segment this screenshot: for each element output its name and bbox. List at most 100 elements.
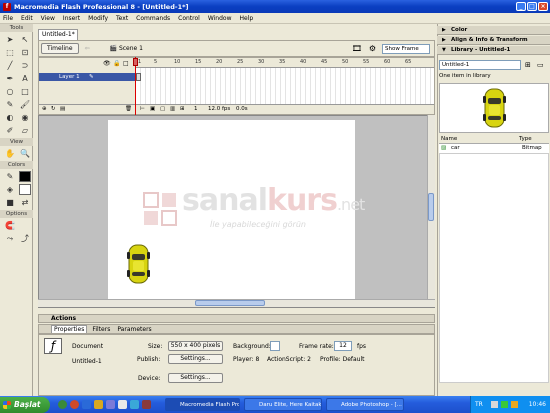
library-pin-icon[interactable]: ▭	[537, 61, 544, 69]
taskbar-item-flash[interactable]: Macromedia Flash Pro...	[165, 398, 240, 411]
library-document-select[interactable]: Untitled-1	[439, 60, 521, 70]
black-white-icon[interactable]: ■	[4, 197, 16, 208]
brush-tool-icon[interactable]: 🖌	[19, 99, 31, 110]
close-button[interactable]: ×	[538, 2, 548, 11]
library-item[interactable]: ▨ car Bitmap	[439, 144, 549, 153]
pen-tool-icon[interactable]: ✒	[4, 73, 16, 84]
ink-bottle-icon[interactable]: ◐	[4, 112, 16, 123]
tab-properties[interactable]: Properties	[51, 325, 88, 333]
color-panel-header[interactable]: Color	[437, 26, 550, 35]
frame-rate-input[interactable]: 12	[334, 341, 352, 351]
menu-text[interactable]: Text	[116, 15, 128, 22]
free-transform-icon[interactable]: ⬚	[4, 47, 16, 58]
edit-multiple-icon[interactable]: ▥	[170, 106, 175, 112]
quicklaunch-icon[interactable]	[142, 400, 151, 409]
fill-swatch[interactable]	[19, 184, 31, 195]
stroke-color-icon[interactable]: ✎	[4, 171, 16, 182]
layer-row[interactable]: Layer 1 ✎	[39, 73, 136, 81]
edit-symbol-icon[interactable]: ⚙	[369, 44, 376, 53]
minimize-button[interactable]: _	[516, 2, 526, 11]
fill-color-icon[interactable]: ◈	[4, 184, 16, 195]
menu-edit[interactable]: Edit	[21, 15, 33, 22]
quicklaunch-icon[interactable]	[94, 400, 103, 409]
actions-panel-header[interactable]: Actions	[38, 314, 435, 323]
outline-icon[interactable]: □	[123, 60, 129, 67]
publish-settings-button[interactable]: Settings...	[168, 354, 223, 364]
delete-layer-icon[interactable]: 🗑	[125, 106, 132, 112]
oval-tool-icon[interactable]: ○	[4, 86, 16, 97]
lasso-tool-icon[interactable]: ⊃	[19, 60, 31, 71]
quicklaunch-icon[interactable]	[118, 400, 127, 409]
gradient-transform-icon[interactable]: ⊡	[19, 47, 31, 58]
menu-control[interactable]: Control	[178, 15, 200, 22]
frame-grid[interactable]: 1 5 10 15 20 25 30 35 40 45 50 55 60 65 …	[136, 58, 434, 114]
straighten-icon[interactable]: ⤴	[19, 233, 31, 244]
timeline-toggle-button[interactable]: Timeline	[41, 43, 79, 54]
quicklaunch-icon[interactable]	[70, 400, 79, 409]
horizontal-scroll-thumb[interactable]	[195, 300, 265, 306]
column-name[interactable]: Name	[441, 135, 457, 144]
library-list[interactable]	[439, 153, 549, 383]
snap-magnet-icon[interactable]: 🧲	[4, 220, 16, 231]
column-type[interactable]: Type	[519, 135, 532, 144]
zoom-dropdown[interactable]: Show Frame	[382, 44, 430, 54]
menu-help[interactable]: Help	[240, 15, 254, 22]
menu-view[interactable]: View	[41, 15, 55, 22]
maximize-button[interactable]: □	[527, 2, 537, 11]
document-tab[interactable]: Untitled-1*	[38, 29, 78, 40]
tray-icon[interactable]	[491, 401, 498, 408]
onion-outline-icon[interactable]: ▢	[160, 106, 165, 112]
guide-layer-icon[interactable]: ↻	[51, 106, 56, 112]
onion-markers-icon[interactable]: ⊞	[180, 106, 185, 112]
tab-filters[interactable]: Filters	[90, 326, 112, 333]
tray-icon[interactable]	[511, 401, 518, 408]
scene-label[interactable]: 🎬 Scene 1	[110, 45, 143, 52]
swap-colors-icon[interactable]: ⇄	[19, 197, 31, 208]
insert-layer-icon[interactable]: ⊕	[42, 106, 47, 112]
folder-icon[interactable]: ▤	[60, 106, 65, 112]
rectangle-tool-icon[interactable]: □	[19, 86, 31, 97]
language-indicator[interactable]: TR	[475, 396, 483, 413]
keyframe[interactable]	[136, 73, 141, 81]
text-tool-icon[interactable]: A	[19, 73, 31, 84]
menu-commands[interactable]: Commands	[136, 15, 170, 22]
align-panel-header[interactable]: Align & Info & Transform	[437, 36, 550, 45]
size-button[interactable]: 550 x 400 pixels	[168, 341, 223, 351]
stroke-swatch[interactable]	[19, 171, 31, 182]
selection-tool-icon[interactable]: ➤	[4, 34, 16, 45]
library-new-icon[interactable]: ⊞	[525, 61, 531, 69]
zoom-tool-icon[interactable]: 🔍	[19, 148, 31, 159]
paint-bucket-icon[interactable]: ◉	[19, 112, 31, 123]
onion-skin-icon[interactable]: ▣	[150, 106, 155, 112]
frame-ruler[interactable]: 1 5 10 15 20 25 30 35 40 45 50 55 60 65	[136, 58, 434, 68]
quicklaunch-icon[interactable]	[106, 400, 115, 409]
eyedropper-icon[interactable]: ✐	[4, 125, 16, 136]
device-settings-button[interactable]: Settings...	[168, 373, 223, 383]
quicklaunch-icon[interactable]	[130, 400, 139, 409]
menu-window[interactable]: Window	[208, 15, 232, 22]
center-frame-icon[interactable]: ⊢	[140, 106, 145, 112]
taskbar-item-daru[interactable]: Daru Elite, Here Kaitakk...	[244, 398, 322, 411]
back-arrow-icon[interactable]: ⇦	[85, 45, 90, 52]
quicklaunch-icon[interactable]	[82, 400, 91, 409]
car-bitmap[interactable]	[126, 244, 151, 284]
menu-file[interactable]: File	[3, 15, 13, 22]
hand-tool-icon[interactable]: ✋	[4, 148, 16, 159]
tab-parameters[interactable]: Parameters	[115, 326, 153, 333]
quicklaunch-icon[interactable]	[58, 400, 67, 409]
background-swatch[interactable]	[270, 341, 280, 351]
eraser-icon[interactable]: ▱	[19, 125, 31, 136]
taskbar-item-photoshop[interactable]: Adobe Photoshop - [...	[326, 398, 404, 411]
edit-scene-icon[interactable]: 🎞	[352, 44, 362, 53]
line-tool-icon[interactable]: ╱	[4, 60, 16, 71]
vertical-scroll-thumb[interactable]	[428, 193, 434, 221]
start-button[interactable]: Başlat	[0, 397, 50, 413]
eye-icon[interactable]: 👁	[103, 60, 111, 67]
library-panel-header[interactable]: Library - Untitled-1	[437, 46, 550, 55]
tray-icon[interactable]	[501, 401, 508, 408]
smooth-icon[interactable]: ⤳	[4, 233, 16, 244]
subselection-tool-icon[interactable]: ↖	[19, 34, 31, 45]
lock-icon[interactable]: 🔒	[113, 60, 120, 67]
menu-modify[interactable]: Modify	[88, 15, 108, 22]
playhead[interactable]	[133, 58, 138, 66]
